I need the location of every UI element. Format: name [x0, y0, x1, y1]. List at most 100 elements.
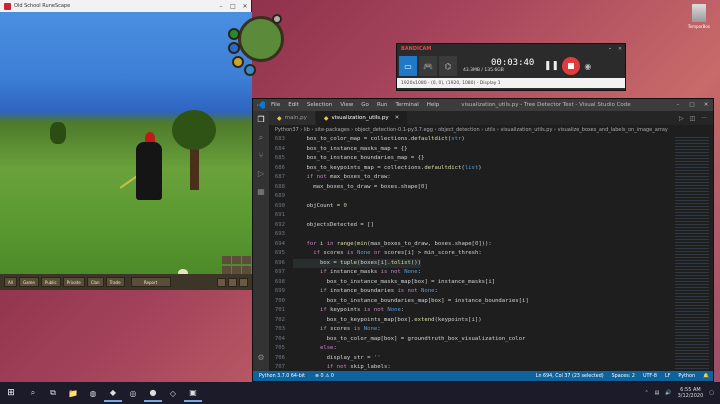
- code-line: 702 box_to_keypoints_map[box].extend(key…: [274, 316, 482, 323]
- tab-main-py[interactable]: ◆ main.py: [269, 111, 316, 125]
- game-viewport[interactable]: [0, 12, 252, 274]
- menu-edit[interactable]: Edit: [288, 102, 299, 108]
- line-ending[interactable]: LF: [665, 374, 670, 379]
- menu-go[interactable]: Go: [361, 102, 369, 108]
- bandicam-taskbar-icon[interactable]: ●: [144, 384, 162, 402]
- indentation[interactable]: Spaces: 2: [612, 374, 635, 379]
- problems-count[interactable]: ⊗ 0 ⚠ 0: [315, 374, 334, 379]
- menu-view[interactable]: View: [340, 102, 353, 108]
- file-explorer-icon[interactable]: 📁: [64, 384, 82, 402]
- cursor-position[interactable]: Ln 694, Col 37 (23 selected): [536, 374, 604, 379]
- search-icon[interactable]: ⌕: [24, 384, 42, 402]
- notifications-icon[interactable]: 🔔: [703, 374, 709, 379]
- run-orb[interactable]: [232, 56, 244, 68]
- side-tab-icon[interactable]: [232, 265, 241, 274]
- language-mode[interactable]: Python: [678, 374, 695, 379]
- chat-public-button[interactable]: Public: [40, 277, 61, 287]
- close-icon[interactable]: ✕: [615, 46, 625, 52]
- clock-date: 3/12/2020: [677, 393, 704, 399]
- chrome-icon[interactable]: ◍: [84, 384, 102, 402]
- minimize-icon[interactable]: –: [215, 3, 227, 10]
- device-mode-icon[interactable]: ⌬: [439, 56, 457, 76]
- report-button[interactable]: Report: [130, 277, 171, 287]
- tree-canopy[interactable]: [172, 110, 216, 150]
- explorer-icon[interactable]: ❐: [253, 115, 269, 129]
- stop-icon: [568, 63, 575, 69]
- more-actions-icon[interactable]: ···: [701, 115, 707, 122]
- desktop-recycle-bin[interactable]: TemporBox: [684, 4, 714, 29]
- bandicam-window[interactable]: BANDICAM – ✕ ▭ 🎮 ⌬ 00:03:40 43.3MB / 135…: [396, 43, 626, 91]
- chat-clan-button[interactable]: Clan: [86, 277, 104, 287]
- source-control-icon[interactable]: ⑂: [253, 151, 269, 165]
- pause-icon[interactable]: ❚❚: [544, 59, 559, 73]
- hitpoints-orb[interactable]: [228, 28, 240, 40]
- steam-icon[interactable]: ◎: [124, 384, 142, 402]
- close-tab-icon[interactable]: ✕: [395, 115, 400, 121]
- clock[interactable]: 6:55 AM 3/12/2020: [678, 387, 704, 399]
- code-line: 706 display_str = '': [274, 354, 381, 361]
- settings-icon[interactable]: [228, 277, 237, 287]
- minimap[interactable]: [228, 14, 286, 76]
- vscode-taskbar-icon[interactable]: ◆: [104, 384, 122, 402]
- search-icon[interactable]: ⌕: [253, 133, 269, 147]
- side-tab-icon[interactable]: [242, 256, 251, 264]
- extensions-icon[interactable]: ▦: [253, 187, 269, 201]
- chat-game-button[interactable]: Game: [18, 277, 39, 287]
- start-button[interactable]: ⊞: [0, 382, 22, 404]
- maximize-icon[interactable]: □: [685, 102, 699, 108]
- player-character[interactable]: [136, 142, 162, 200]
- screenshot-icon[interactable]: ◉: [584, 62, 591, 71]
- debug-icon[interactable]: ▷: [253, 169, 269, 183]
- breadcrumb[interactable]: Python37 › lib › site-packages › object_…: [269, 125, 713, 135]
- minimize-icon[interactable]: –: [605, 46, 615, 52]
- editor-minimap[interactable]: [675, 135, 709, 373]
- bandicam-header[interactable]: BANDICAM – ✕: [397, 44, 625, 54]
- window-title: visualization_utils.py - Tree Detector T…: [461, 102, 631, 108]
- runescape-taskbar-icon[interactable]: ▣: [184, 384, 202, 402]
- prayer-orb[interactable]: [228, 42, 240, 54]
- network-icon[interactable]: ▤: [655, 390, 660, 396]
- screen-mode-icon[interactable]: ▭: [399, 56, 417, 76]
- game-window[interactable]: Old School RuneScape – □ ✕ All Game Publ…: [0, 0, 252, 290]
- compass-icon[interactable]: [272, 14, 282, 24]
- tab-visualization-utils[interactable]: ◆ visualization_utils.py ✕: [315, 111, 409, 125]
- python-icon[interactable]: ◇: [164, 384, 182, 402]
- volume-icon[interactable]: 🔊: [665, 390, 671, 396]
- menu-help[interactable]: Help: [427, 102, 440, 108]
- side-tab-icon[interactable]: [242, 265, 251, 274]
- game-titlebar[interactable]: Old School RuneScape – □ ✕: [0, 0, 251, 12]
- menu-terminal[interactable]: Terminal: [395, 102, 418, 108]
- side-tab-icon[interactable]: [222, 256, 231, 264]
- gear-icon[interactable]: ⚙: [253, 353, 269, 367]
- maximize-icon[interactable]: □: [227, 3, 239, 10]
- close-icon[interactable]: ✕: [239, 3, 251, 10]
- split-editor-icon[interactable]: ◫: [690, 115, 696, 122]
- python-interpreter[interactable]: Python 3.7.0 64-bit: [259, 374, 305, 379]
- bandicam-title: BANDICAM: [401, 46, 432, 52]
- chat-all-button[interactable]: All: [4, 277, 17, 287]
- emotes-icon[interactable]: [239, 277, 248, 287]
- tray-chevron-icon[interactable]: ⌃: [644, 390, 648, 396]
- world-map-orb[interactable]: [244, 64, 256, 76]
- task-view-icon[interactable]: ⧉: [44, 384, 62, 402]
- notification-center-icon[interactable]: ▢: [709, 390, 714, 396]
- menu-selection[interactable]: Selection: [307, 102, 332, 108]
- menu-run[interactable]: Run: [377, 102, 388, 108]
- side-panel-icons[interactable]: [222, 256, 252, 274]
- game-mode-icon[interactable]: 🎮: [419, 56, 437, 76]
- encoding[interactable]: UTF-8: [643, 374, 657, 379]
- stop-record-button[interactable]: [562, 57, 581, 75]
- minimize-icon[interactable]: –: [671, 102, 685, 108]
- run-icon[interactable]: ▷: [679, 115, 684, 122]
- chat-trade-button[interactable]: Trade: [105, 277, 125, 287]
- chat-private-button[interactable]: Private: [62, 277, 85, 287]
- logout-icon[interactable]: [217, 277, 226, 287]
- side-tab-icon[interactable]: [222, 265, 231, 274]
- bandicam-target-info: 1920x1080 - (0, 0), (1920, 1080) - Displ…: [397, 78, 625, 88]
- bandicam-controls: ▭ 🎮 ⌬ 00:03:40 43.3MB / 135.6GB ❚❚ ◉: [397, 54, 625, 78]
- menu-file[interactable]: File: [271, 102, 280, 108]
- vscode-window[interactable]: File Edit Selection View Go Run Terminal…: [252, 98, 714, 382]
- close-icon[interactable]: ✕: [699, 102, 713, 108]
- side-tab-icon[interactable]: [232, 256, 241, 264]
- code-editor[interactable]: 683 box_to_color_map = collections.defau…: [269, 135, 703, 373]
